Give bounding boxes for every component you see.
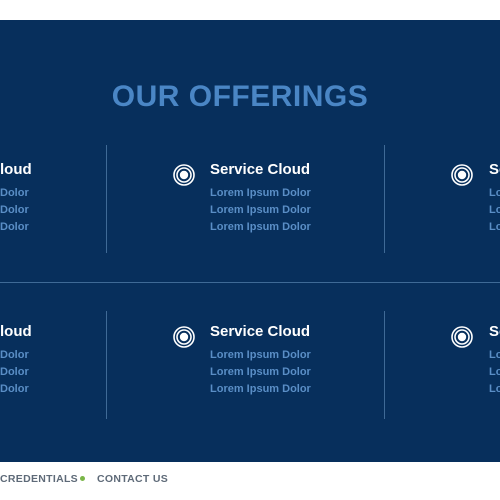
- concentric-circle-icon: [451, 164, 473, 186]
- card-item[interactable]: Lorem Ipsum Dolor: [210, 381, 311, 398]
- card-item[interactable]: Dolor: [0, 347, 29, 364]
- card-item[interactable]: Lo: [489, 185, 500, 202]
- card-item[interactable]: Lorem Ipsum Dolor: [210, 202, 311, 219]
- card-item[interactable]: Dolor: [0, 202, 29, 219]
- column-divider: [384, 145, 385, 253]
- card-item[interactable]: Lorem Ipsum Dolor: [210, 219, 311, 236]
- card-item[interactable]: Dolor: [0, 381, 29, 398]
- card-item[interactable]: Lo: [489, 381, 500, 398]
- separator-dot-icon: [80, 476, 85, 481]
- footer-link-contact[interactable]: CONTACT US: [97, 473, 168, 485]
- card-item[interactable]: Lo: [489, 219, 500, 236]
- column-divider: [106, 311, 107, 419]
- card-title: loud: [0, 161, 32, 178]
- section-heading: OUR OFFERINGS: [111, 80, 369, 113]
- card-title: loud: [0, 323, 32, 340]
- offerings-section: OUR OFFERINGS loud Dolor Dolor Dolor Ser…: [0, 20, 500, 462]
- card-item[interactable]: Lorem Ipsum Dolor: [210, 347, 311, 364]
- card-title: Service Cloud: [210, 323, 311, 340]
- card-item[interactable]: Lorem Ipsum Dolor: [210, 185, 311, 202]
- column-divider: [106, 145, 107, 253]
- card-item[interactable]: Lorem Ipsum Dolor: [210, 364, 311, 381]
- card-title: Service Cloud: [210, 161, 311, 178]
- concentric-circle-icon: [173, 164, 195, 186]
- concentric-circle-icon: [173, 326, 195, 348]
- footer-link-credentials[interactable]: CREDENTIALS: [0, 473, 78, 485]
- card-item[interactable]: Lo: [489, 364, 500, 381]
- column-divider: [384, 311, 385, 419]
- concentric-circle-icon: [451, 326, 473, 348]
- card-item[interactable]: Dolor: [0, 364, 29, 381]
- card-title: Se: [489, 323, 500, 340]
- card-item[interactable]: Dolor: [0, 185, 29, 202]
- row-divider: [0, 282, 500, 283]
- footer-nav: CREDENTIALS CONTACT US: [0, 462, 500, 500]
- card-item[interactable]: Dolor: [0, 219, 29, 236]
- card-item[interactable]: Lo: [489, 202, 500, 219]
- card-title: Se: [489, 161, 500, 178]
- card-item[interactable]: Lo: [489, 347, 500, 364]
